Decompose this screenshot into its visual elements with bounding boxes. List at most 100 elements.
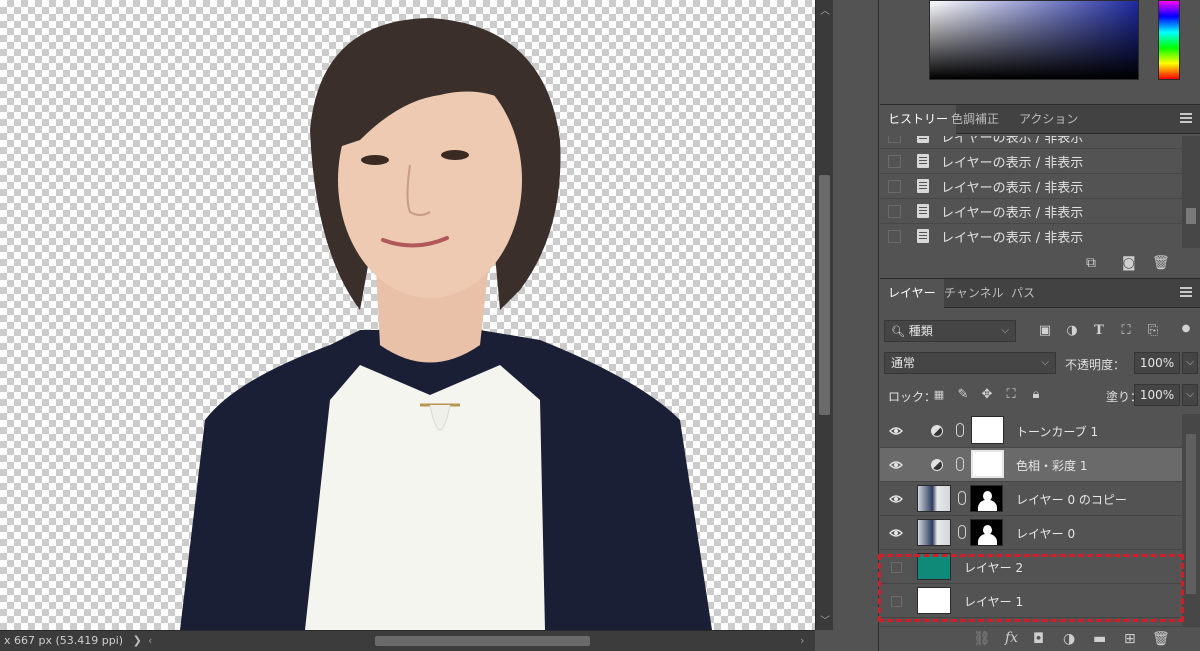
canvas-vertical-scrollbar[interactable]: ︿ ﹀ xyxy=(815,0,833,630)
history-snapshot-checkbox[interactable] xyxy=(888,204,901,218)
layer-kind-filter[interactable]: 🔍︎ 種類 ⌵ xyxy=(884,320,1016,342)
layer-style-fx-icon[interactable]: fx xyxy=(1005,631,1018,645)
layer-name[interactable]: レイヤー 1 xyxy=(964,593,1023,610)
lock-row: ロック： ▦ ✎ ✥ ⛶ 🔒︎ 塗り： 100% ⌵ xyxy=(880,382,1200,408)
scroll-left-arrow-icon[interactable]: ‹ xyxy=(148,631,152,651)
trash-icon[interactable]: 🗑 xyxy=(1152,256,1170,270)
eye-icon[interactable] xyxy=(889,493,903,505)
scroll-down-arrow-icon[interactable]: ﹀ xyxy=(816,612,834,627)
color-picker-field[interactable] xyxy=(929,0,1139,80)
status-menu-chevron-icon[interactable]: ❯ xyxy=(133,634,142,647)
history-item-label: レイヤーの表示 / 非表示 xyxy=(941,205,1084,221)
history-item[interactable]: レイヤーの表示 / 非表示 xyxy=(880,136,1182,149)
layer-row[interactable]: レイヤー 2 xyxy=(880,550,1182,584)
layer-mask-thumbnail[interactable] xyxy=(971,450,1004,478)
camera-snapshot-icon[interactable]: ◙ xyxy=(1122,256,1136,270)
vertical-scroll-thumb[interactable] xyxy=(819,175,830,415)
history-snapshot-checkbox[interactable] xyxy=(888,179,901,193)
layer-mask-thumbnail[interactable] xyxy=(971,416,1004,444)
history-scrollbar[interactable] xyxy=(1182,136,1200,248)
eye-icon[interactable] xyxy=(889,425,903,437)
new-adjustment-layer-icon[interactable]: ◑ xyxy=(1063,632,1075,646)
layer-row[interactable]: レイヤー 1 xyxy=(880,584,1182,618)
type-layer-filter-icon[interactable]: T xyxy=(1092,324,1106,338)
layer-name[interactable]: レイヤー 0 のコピー xyxy=(1016,491,1127,508)
eye-icon[interactable] xyxy=(889,459,903,471)
layer-kind-filter-label: 種類 xyxy=(908,324,933,338)
filter-toggle-icon[interactable]: ● xyxy=(1179,322,1193,336)
chain-link-icon[interactable] xyxy=(956,457,964,471)
layers-scroll-thumb[interactable] xyxy=(1186,434,1196,594)
history-panel-menu-icon[interactable] xyxy=(1180,113,1192,123)
history-snapshot-checkbox[interactable] xyxy=(888,154,901,168)
shape-layer-filter-icon[interactable]: ⛶ xyxy=(1119,324,1133,338)
new-group-folder-icon[interactable]: ▬ xyxy=(1093,632,1106,646)
new-layer-icon[interactable]: ⊞ xyxy=(1124,632,1136,646)
pixel-layer-filter-icon[interactable]: ▣ xyxy=(1038,324,1052,338)
chain-link-icon[interactable] xyxy=(958,491,966,505)
lock-artboard-icon[interactable]: ⛶ xyxy=(1004,388,1018,402)
history-item[interactable]: レイヤーの表示 / 非表示 xyxy=(880,224,1182,248)
eye-icon[interactable] xyxy=(889,527,903,539)
visibility-toggle-hidden[interactable] xyxy=(891,562,902,573)
history-scroll-thumb[interactable] xyxy=(1186,208,1196,224)
chain-link-icon[interactable] xyxy=(958,525,966,539)
link-layers-icon[interactable]: ⛓ xyxy=(973,632,991,646)
history-state-icon xyxy=(917,136,929,143)
history-snapshot-checkbox[interactable] xyxy=(888,136,901,143)
opacity-input[interactable]: 100% xyxy=(1134,352,1180,374)
document-canvas[interactable] xyxy=(0,0,815,630)
layer-row[interactable]: レイヤー 0 xyxy=(880,516,1182,550)
hue-saturation-adjustment-icon xyxy=(931,459,943,471)
chain-link-icon[interactable] xyxy=(956,423,964,437)
layer-row[interactable]: トーンカーブ 1 xyxy=(880,414,1182,448)
fill-dropdown-icon[interactable]: ⌵ xyxy=(1182,384,1198,406)
history-item[interactable]: レイヤーの表示 / 非表示 xyxy=(880,174,1182,199)
lock-image-pixels-icon[interactable]: ✎ xyxy=(956,388,970,402)
tab-adjustments[interactable]: 色調補正 xyxy=(943,105,1007,134)
opacity-label: 不透明度： xyxy=(1065,358,1126,372)
lock-position-icon[interactable]: ✥ xyxy=(980,388,994,402)
opacity-dropdown-icon[interactable]: ⌵ xyxy=(1182,352,1198,374)
delete-layer-trash-icon[interactable]: 🗑 xyxy=(1152,632,1170,646)
horizontal-scroll-thumb[interactable] xyxy=(375,636,590,646)
layer-name[interactable]: トーンカーブ 1 xyxy=(1016,423,1098,440)
tab-paths-label: パス xyxy=(1011,286,1036,300)
layer-row[interactable]: レイヤー 0 のコピー xyxy=(880,482,1182,516)
blend-mode-select[interactable]: 通常 ⌵ xyxy=(884,352,1056,374)
add-mask-icon[interactable]: ◘ xyxy=(1033,632,1044,646)
visibility-toggle-hidden[interactable] xyxy=(891,596,902,607)
scroll-up-arrow-icon[interactable]: ︿ xyxy=(816,2,834,17)
scroll-right-arrow-icon[interactable]: › xyxy=(800,631,804,651)
panel-dock-gutter xyxy=(833,0,879,651)
layer-thumbnail[interactable] xyxy=(917,587,951,614)
history-panel-tabs: ヒストリー 色調補正 アクション xyxy=(880,104,1200,134)
history-item[interactable]: レイヤーの表示 / 非表示 xyxy=(880,149,1182,174)
layer-mask-thumbnail[interactable] xyxy=(970,519,1003,546)
layer-row-selected[interactable]: 色相・彩度 1 xyxy=(880,448,1182,482)
tab-channels[interactable]: チャンネル xyxy=(936,279,1012,308)
smart-object-filter-icon[interactable]: ⎘ xyxy=(1146,324,1160,338)
layers-panel-menu-icon[interactable] xyxy=(1180,287,1192,297)
layer-thumbnail[interactable] xyxy=(917,485,951,512)
layer-thumbnail[interactable] xyxy=(917,519,951,546)
history-item[interactable]: レイヤーの表示 / 非表示 xyxy=(880,199,1182,224)
lock-transparent-pixels-icon[interactable]: ▦ xyxy=(932,388,946,402)
chevron-down-icon: ⌵ xyxy=(1001,325,1009,336)
new-document-from-state-icon[interactable]: ⧉ xyxy=(1086,256,1096,270)
fill-input[interactable]: 100% xyxy=(1134,384,1180,406)
tab-channels-label: チャンネル xyxy=(944,286,1004,300)
tab-actions[interactable]: アクション xyxy=(1011,105,1086,134)
hue-slider[interactable] xyxy=(1158,0,1180,80)
layer-name[interactable]: 色相・彩度 1 xyxy=(1016,457,1087,474)
tab-paths[interactable]: パス xyxy=(1003,279,1043,308)
tab-layers[interactable]: レイヤー xyxy=(880,279,944,308)
layer-name[interactable]: レイヤー 0 xyxy=(1016,525,1075,542)
layer-thumbnail[interactable] xyxy=(917,553,951,580)
layers-scrollbar[interactable] xyxy=(1182,414,1200,626)
layer-mask-thumbnail[interactable] xyxy=(970,485,1003,512)
history-snapshot-checkbox[interactable] xyxy=(888,229,901,243)
lock-all-icon[interactable]: 🔒︎ xyxy=(1029,388,1043,402)
layer-name[interactable]: レイヤー 2 xyxy=(964,559,1023,576)
adjustment-layer-filter-icon[interactable]: ◑ xyxy=(1065,324,1079,338)
